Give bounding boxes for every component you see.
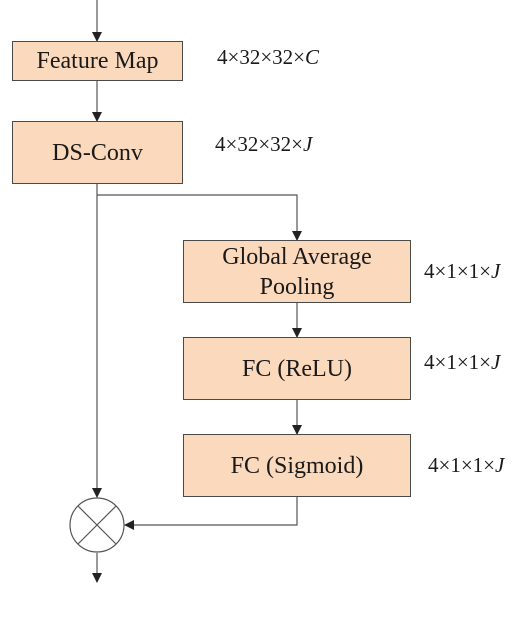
ds-conv-dimension: 4×32×32×J: [215, 132, 313, 156]
multiply-circle-icon: [69, 497, 125, 553]
gap-label-line2: Pooling: [259, 273, 335, 300]
fc-sigmoid-dimension: 4×1×1×J: [428, 453, 505, 477]
fc-sigmoid-label: FC (Sigmoid): [230, 452, 364, 479]
fc-sigmoid-node: FC (Sigmoid): [183, 434, 411, 497]
ds-conv-label: DS-Conv: [52, 139, 143, 166]
edge-ds-conv-to-gap: [97, 194, 302, 241]
connector-layer: [69, 0, 302, 583]
gap-label-line1: Global Average: [222, 243, 372, 270]
edge-fc-sigmoid-to-multiply: [124, 497, 298, 530]
ds-conv-node: DS-Conv: [12, 121, 183, 184]
feature-map-node: Feature Map: [12, 41, 183, 81]
feature-map-dimension: 4×32×32×C: [217, 45, 320, 69]
fc-relu-dimension: 4×1×1×J: [424, 350, 501, 374]
global-average-pooling-node: Global Average Pooling: [183, 240, 411, 303]
fc-relu-node: FC (ReLU): [183, 337, 411, 400]
fc-relu-label: FC (ReLU): [242, 355, 352, 382]
gap-dimension: 4×1×1×J: [424, 259, 501, 283]
feature-map-label: Feature Map: [36, 48, 159, 74]
